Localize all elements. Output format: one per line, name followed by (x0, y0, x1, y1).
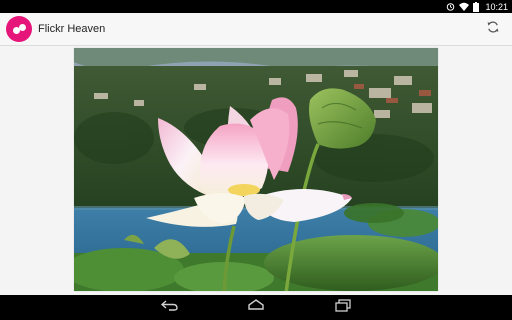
recents-icon (329, 298, 357, 312)
app-title: Flickr Heaven (38, 23, 106, 35)
status-icons: 10:21 (446, 1, 508, 12)
status-time: 10:21 (485, 1, 508, 12)
wifi-icon (459, 2, 470, 11)
refresh-button[interactable] (484, 20, 502, 38)
action-bar: Flickr Heaven (0, 13, 512, 46)
back-icon (156, 298, 184, 312)
recents-button[interactable] (329, 298, 357, 317)
navigation-bar (0, 295, 512, 320)
refresh-icon (486, 20, 500, 39)
battery-icon (473, 1, 480, 12)
lotus-photo[interactable] (74, 48, 438, 291)
status-bar: 10:21 (0, 0, 512, 13)
content-area (0, 46, 512, 295)
flickr-logo-icon[interactable] (6, 16, 32, 42)
back-button[interactable] (156, 298, 184, 317)
home-button[interactable] (242, 298, 270, 317)
home-icon (242, 298, 270, 312)
alarm-icon (446, 2, 455, 11)
photo-frame[interactable] (74, 48, 438, 291)
